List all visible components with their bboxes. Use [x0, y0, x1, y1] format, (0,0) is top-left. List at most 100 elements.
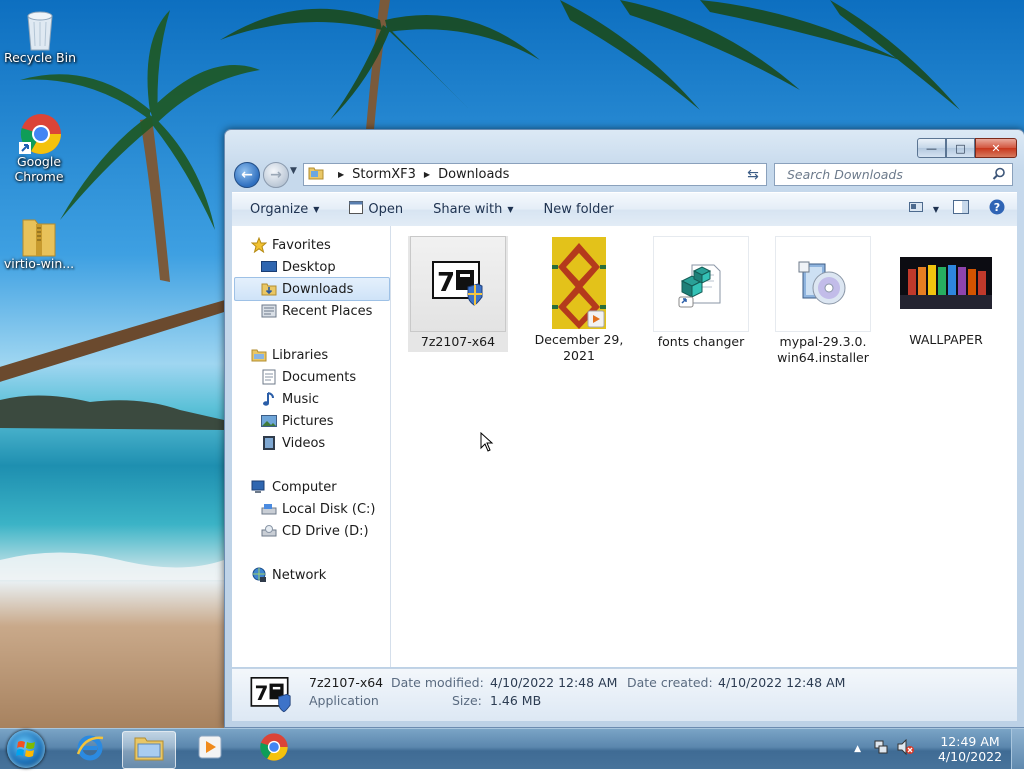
network-icon: [250, 567, 268, 583]
show-hidden-icons-button[interactable]: ▲: [854, 744, 861, 754]
taskbar-google-chrome[interactable]: [248, 731, 300, 767]
recent-pages-dropdown[interactable]: ▼: [290, 166, 297, 176]
details-date-created-label: Date created:: [627, 675, 713, 690]
nav-music-label: Music: [282, 391, 319, 407]
desktop-icon-google-chrome[interactable]: Google Chrome: [1, 112, 77, 184]
nav-network-label: Network: [272, 567, 327, 583]
share-with-label: Share with: [433, 202, 503, 217]
nav-cd-drive-label: CD Drive (D:): [282, 523, 369, 539]
back-button[interactable]: ←: [234, 162, 260, 188]
new-folder-button[interactable]: New folder: [544, 202, 614, 217]
refresh-button[interactable]: ⇆: [740, 163, 767, 186]
file-name: 7z2107-x64: [420, 334, 496, 349]
close-button[interactable]: ✕: [975, 138, 1017, 158]
nav-documents-label: Documents: [282, 369, 357, 385]
nav-music[interactable]: Music: [260, 388, 319, 410]
taskbar-media-player[interactable]: [184, 731, 236, 767]
arrow-right-icon: →: [270, 167, 282, 183]
recent-places-icon: [260, 303, 278, 319]
network-tray-icon[interactable]: [873, 739, 889, 759]
chevron-down-icon: ▼: [290, 166, 297, 176]
desktop-icon-label: Recycle Bin: [3, 50, 77, 65]
explorer-window: — □ ✕ ← → ▼ ▶ StormXF3 ▶ Downloads ▼ ⇆ O…: [224, 129, 1024, 728]
file-item[interactable]: mypal-29.3.0.win64.installer: [773, 236, 873, 368]
internet-explorer-icon: [75, 732, 105, 766]
downloads-folder-icon: [260, 281, 278, 297]
chrome-icon: [259, 732, 289, 766]
address-bar[interactable]: ▶ StormXF3 ▶ Downloads ▼: [303, 163, 765, 186]
volume-muted-icon[interactable]: [897, 738, 915, 759]
media-player-icon: [196, 733, 224, 765]
forward-button[interactable]: →: [263, 162, 289, 188]
navigation-pane: Favorites Desktop Downloads Recent Place…: [232, 226, 391, 667]
file-name: mypal-29.3.0.win64.installer: [777, 334, 869, 365]
breadcrumb-separator-icon: ▶: [338, 170, 345, 179]
explorer-icon: [133, 734, 165, 766]
taskbar: ▲ 12:49 AM 4/10/2022: [0, 728, 1024, 769]
desktop-icon-recycle-bin[interactable]: Recycle Bin: [2, 8, 78, 65]
clock[interactable]: 12:49 AM 4/10/2022: [929, 734, 1011, 764]
nav-cd-drive[interactable]: CD Drive (D:): [260, 520, 369, 542]
nav-desktop-label: Desktop: [282, 259, 336, 275]
minimize-button[interactable]: —: [917, 138, 946, 158]
open-button[interactable]: Open: [349, 201, 403, 218]
nav-local-disk[interactable]: Local Disk (C:): [260, 498, 375, 520]
file-item[interactable]: WALLPAPER: [896, 236, 996, 350]
command-bar: Organize ▼ Open Share with ▼ New folder …: [232, 192, 1017, 227]
close-icon: ✕: [991, 141, 1001, 155]
nav-libraries[interactable]: Libraries: [250, 344, 328, 366]
details-size: 1.46 MB: [490, 693, 542, 708]
taskbar-windows-explorer[interactable]: [122, 731, 176, 769]
nav-favorites[interactable]: Favorites: [250, 234, 331, 256]
start-button[interactable]: [7, 730, 45, 768]
file-item[interactable]: 7 7z2107-x64: [408, 236, 508, 352]
file-item[interactable]: December 29, 2021: [529, 236, 629, 366]
application-icon: [349, 201, 364, 218]
minimize-icon: —: [926, 141, 937, 155]
installer-disc-icon: [775, 236, 871, 332]
details-date-modified-label: Date modified:: [391, 675, 484, 690]
search-box[interactable]: [774, 163, 1013, 186]
nav-computer[interactable]: Computer: [250, 476, 337, 498]
folder-icon: [308, 166, 324, 184]
show-desktop-button[interactable]: [1011, 729, 1024, 769]
breadcrumb-current[interactable]: Downloads: [438, 167, 509, 182]
zip-folder-icon: [19, 214, 59, 257]
desktop-icon-virtio-win[interactable]: virtio-win...: [1, 214, 77, 271]
details-pane: 7 7z2107-x64 Application Date modified: …: [232, 668, 1017, 721]
svg-text:?: ?: [994, 201, 1000, 214]
view-icon: [908, 201, 923, 217]
libraries-icon: [250, 347, 268, 363]
nav-videos[interactable]: Videos: [260, 432, 325, 454]
nav-videos-label: Videos: [282, 435, 326, 451]
star-icon: [250, 237, 268, 253]
pictures-icon: [260, 413, 278, 429]
nav-pictures[interactable]: Pictures: [260, 410, 333, 432]
file-item[interactable]: fonts changer: [651, 236, 751, 352]
maximize-button[interactable]: □: [946, 138, 975, 158]
desktop-icon: [260, 259, 278, 275]
taskbar-internet-explorer[interactable]: [64, 731, 116, 767]
file-name: WALLPAPER: [909, 332, 983, 347]
help-button[interactable]: ?: [989, 199, 1005, 219]
nav-desktop[interactable]: Desktop: [260, 256, 336, 278]
organize-menu[interactable]: Organize ▼: [250, 202, 319, 217]
share-with-menu[interactable]: Share with ▼: [433, 202, 513, 217]
search-input[interactable]: [785, 166, 989, 183]
details-size-label: Size:: [452, 693, 482, 708]
arrow-left-icon: ←: [241, 167, 253, 183]
change-view-button[interactable]: ▼: [908, 201, 939, 217]
help-icon: ?: [989, 199, 1005, 219]
image-thumbnail-icon: [899, 236, 993, 330]
nav-recent-places[interactable]: Recent Places: [260, 300, 372, 322]
nav-network[interactable]: Network: [250, 564, 326, 586]
breadcrumb-root[interactable]: StormXF3: [352, 167, 416, 182]
nav-downloads[interactable]: Downloads: [234, 277, 390, 301]
preview-pane-button[interactable]: [953, 200, 969, 218]
nav-downloads-label: Downloads: [282, 281, 354, 297]
nav-documents[interactable]: Documents: [260, 366, 356, 388]
clock-time: 12:49 AM: [940, 734, 1000, 749]
chevron-down-icon: ▼: [313, 205, 320, 214]
search-icon[interactable]: [992, 167, 1006, 185]
computer-icon: [250, 479, 268, 495]
